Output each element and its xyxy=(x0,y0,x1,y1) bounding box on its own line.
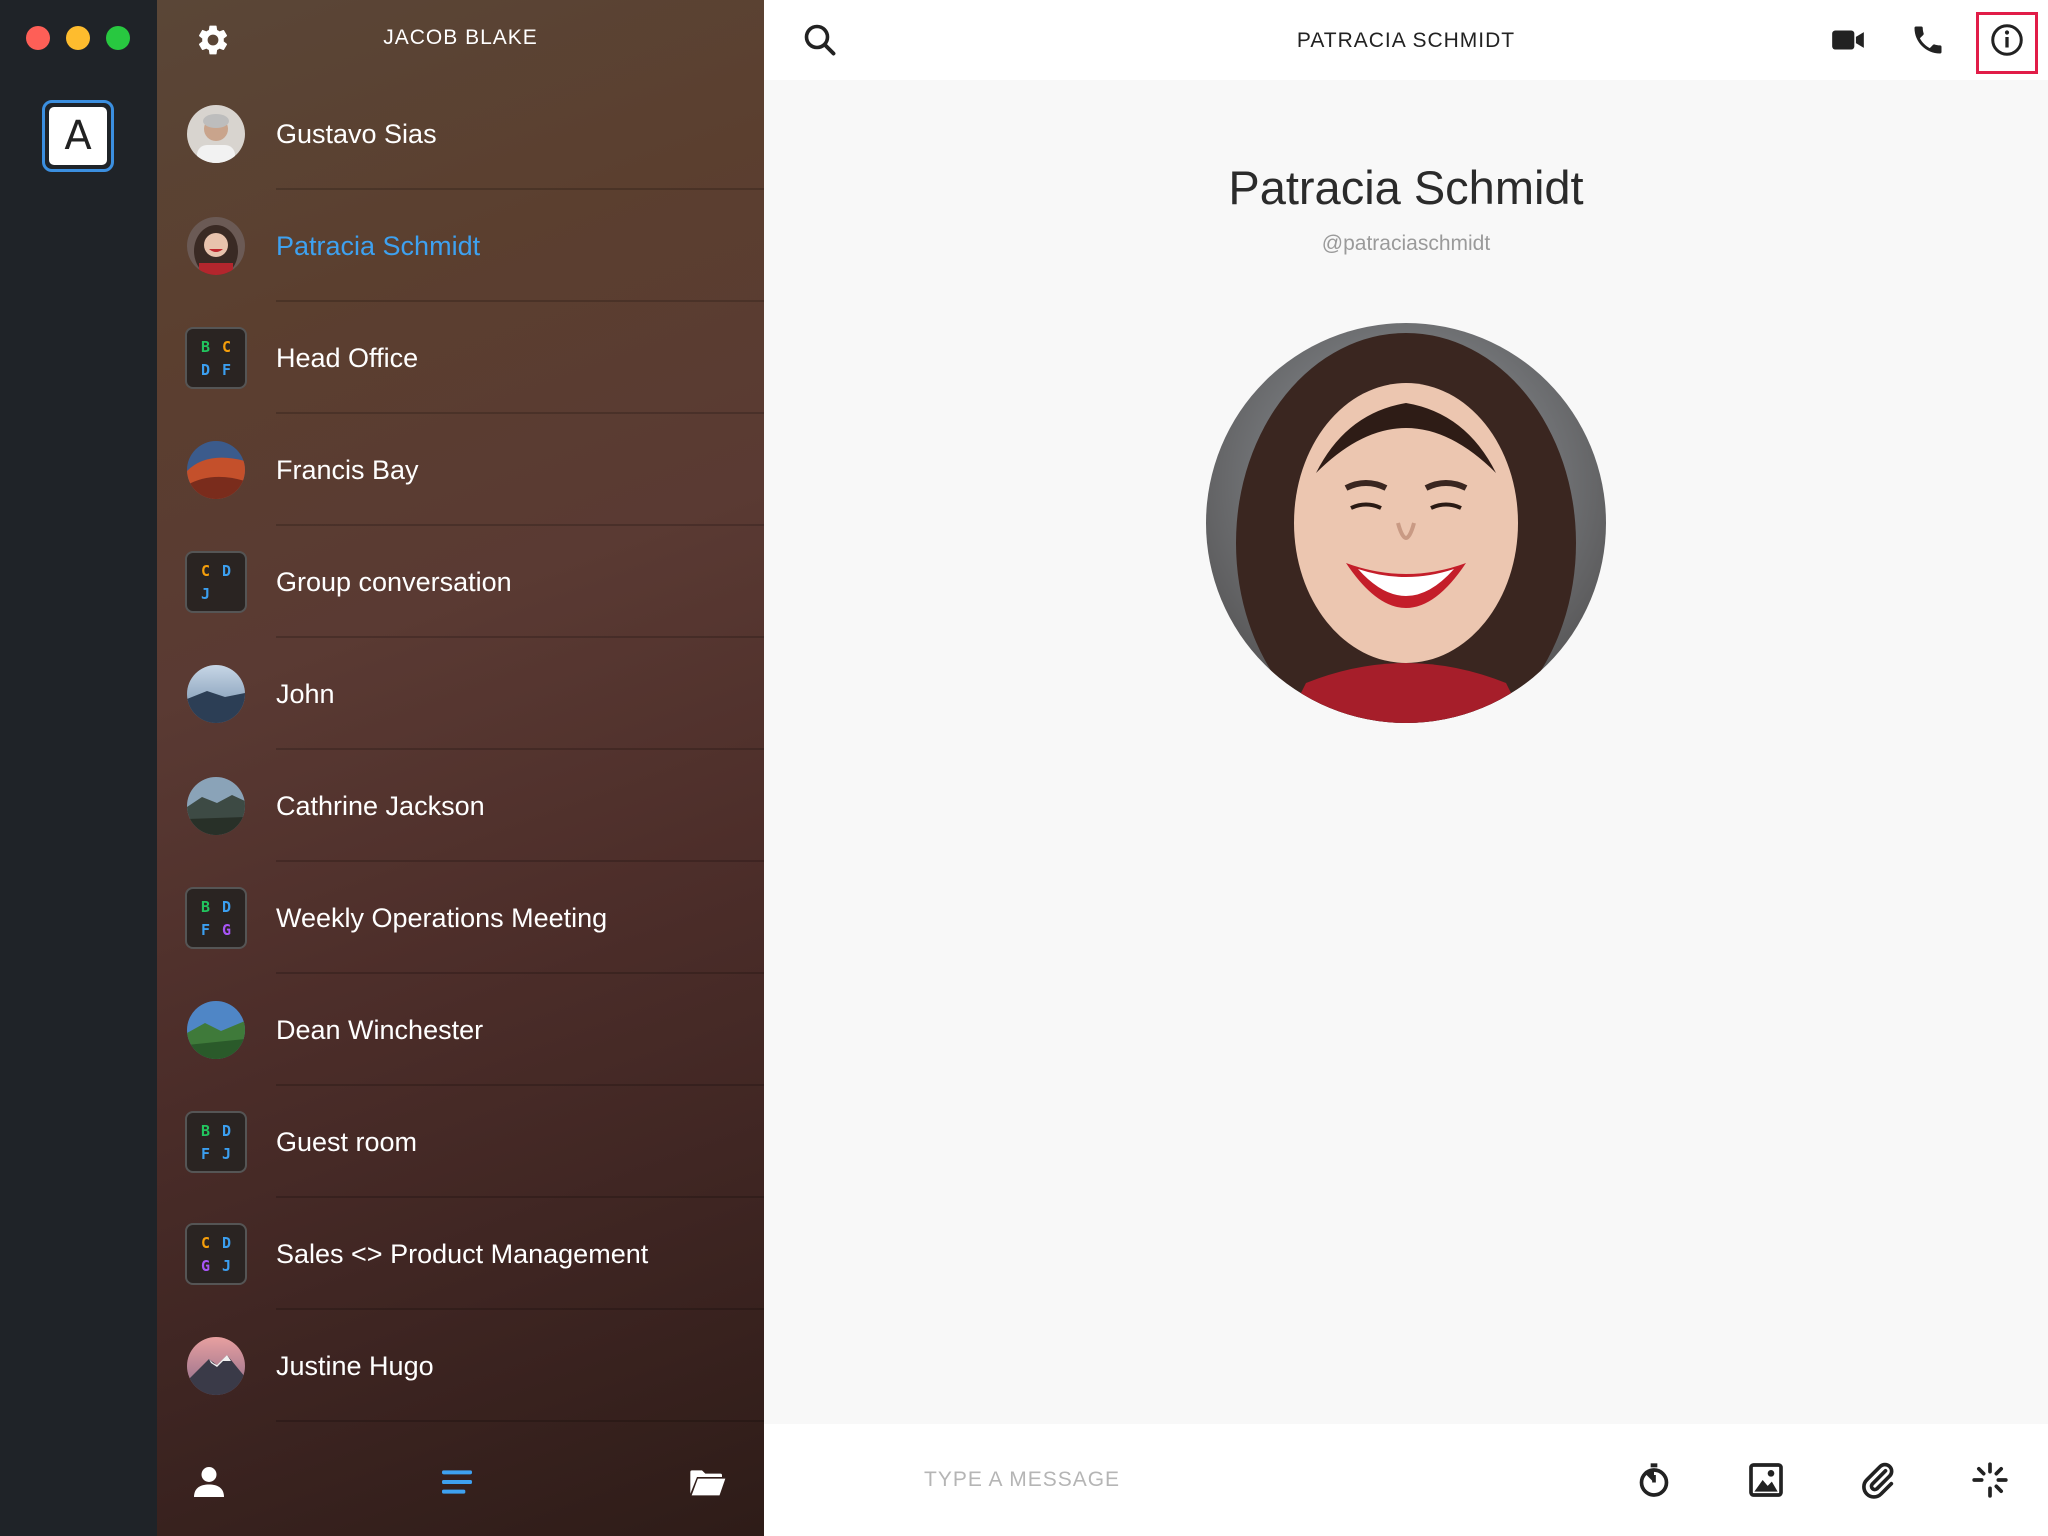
conversation-item-patracia-schmidt[interactable]: Patracia Schmidt xyxy=(157,190,764,302)
minimize-window-button[interactable] xyxy=(66,26,90,50)
conversation-item-justine-hugo[interactable]: Justine Hugo xyxy=(157,1310,764,1422)
group-avatar: B C D F xyxy=(185,327,247,389)
conversation-panel: PATRACIA SCHMIDT Patracia Schmidt @patra… xyxy=(764,0,2048,1536)
group-avatar: B D F G xyxy=(185,887,247,949)
group-member-initial: C xyxy=(221,337,232,356)
group-member-initial: D xyxy=(221,1121,232,1140)
message-input[interactable] xyxy=(924,1460,1524,1500)
workspace-button[interactable]: A xyxy=(42,100,114,172)
conversation-name: Weekly Operations Meeting xyxy=(276,902,608,933)
group-member-initial: J xyxy=(221,1256,232,1275)
conversation-sidebar: JACOB BLAKE Gustavo Sias Patracia Schmid… xyxy=(157,0,764,1536)
conversation-item-group-conversation[interactable]: C D J Group conversation xyxy=(157,526,764,638)
phone-icon xyxy=(1914,26,1942,54)
timer-icon[interactable] xyxy=(1634,1460,1674,1500)
paperclip-icon[interactable] xyxy=(1858,1460,1898,1500)
conversation-name: Head Office xyxy=(276,342,419,373)
folder-icon[interactable] xyxy=(687,1462,727,1502)
avatar xyxy=(187,1337,245,1395)
info-button[interactable] xyxy=(1987,20,2027,60)
conversation-item-gustavo-sias[interactable]: Gustavo Sias xyxy=(157,78,764,190)
group-member-initial: F xyxy=(221,360,232,379)
conversation-name: Justine Hugo xyxy=(276,1350,434,1381)
workspace-letter: A xyxy=(49,107,107,165)
group-member-initial: D xyxy=(200,360,211,379)
profile-handle: @patraciaschmidt xyxy=(1321,232,1491,255)
message-composer xyxy=(764,1424,2048,1536)
group-member-initial: B xyxy=(200,337,211,356)
group-member-initial: J xyxy=(200,584,211,603)
conversation-name: Guest room xyxy=(276,1126,418,1157)
group-avatar: C D G J xyxy=(185,1223,247,1285)
conversation-item-weekly-operations-meeting[interactable]: B D F G Weekly Operations Meeting xyxy=(157,862,764,974)
conversation-item-head-office[interactable]: B C D F Head Office xyxy=(157,302,764,414)
conversation-name: John xyxy=(276,678,335,709)
conversation-list: Gustavo Sias Patracia Schmidt B C D F He… xyxy=(157,78,764,1422)
group-member-initial: C xyxy=(200,561,211,580)
conversation-name: Sales <> Product Management xyxy=(276,1238,649,1269)
avatar xyxy=(187,1001,245,1059)
conversation-item-dean-winchester[interactable]: Dean Winchester xyxy=(157,974,764,1086)
image-icon[interactable] xyxy=(1746,1460,1786,1500)
group-avatar: B D F J xyxy=(185,1111,247,1173)
group-member-initial xyxy=(216,582,237,605)
sidebar-header: JACOB BLAKE xyxy=(157,0,764,80)
conversation-name: Gustavo Sias xyxy=(276,118,437,149)
conversation-item-cathrine-jackson[interactable]: Cathrine Jackson xyxy=(157,750,764,862)
group-member-initial: F xyxy=(200,920,211,939)
video-call-icon xyxy=(1832,30,1864,50)
group-member-initial: D xyxy=(221,897,232,916)
group-member-initial: J xyxy=(221,1144,232,1163)
group-member-initial: G xyxy=(221,920,232,939)
avatar xyxy=(187,105,245,163)
zoom-window-button[interactable] xyxy=(106,26,130,50)
sparkle-icon[interactable] xyxy=(1970,1460,2010,1500)
group-member-initial: G xyxy=(200,1256,211,1275)
phone-call-button[interactable] xyxy=(1908,20,1948,60)
person-icon[interactable] xyxy=(189,1462,229,1502)
video-call-button[interactable] xyxy=(1828,20,1868,60)
conversation-item-guest-room[interactable]: B D F J Guest room xyxy=(157,1086,764,1198)
avatar xyxy=(187,665,245,723)
group-member-initial: B xyxy=(200,1121,211,1140)
group-member-initial: F xyxy=(200,1144,211,1163)
group-member-initial: B xyxy=(200,897,211,916)
conversation-name: Francis Bay xyxy=(276,454,419,485)
avatar xyxy=(187,217,245,275)
avatar xyxy=(187,777,245,835)
profile-photo xyxy=(1206,323,1606,723)
conversation-name: Cathrine Jackson xyxy=(276,790,485,821)
conversation-name: Patracia Schmidt xyxy=(276,230,481,261)
current-user-name: JACOB BLAKE xyxy=(383,26,538,49)
profile-name: Patracia Schmidt xyxy=(1228,161,1584,214)
conversation-item-sales-product-management[interactable]: C D G J Sales <> Product Management xyxy=(157,1198,764,1310)
conversation-name: Dean Winchester xyxy=(276,1014,484,1045)
conversation-item-francis-bay[interactable]: Francis Bay xyxy=(157,414,764,526)
window-controls xyxy=(26,26,130,50)
group-member-initial: C xyxy=(200,1233,211,1252)
conversation-item-john[interactable]: John xyxy=(157,638,764,750)
divider xyxy=(276,1420,764,1422)
workspace-rail: A xyxy=(0,0,157,1536)
group-avatar: C D J xyxy=(185,551,247,613)
group-member-initial: D xyxy=(221,561,232,580)
conversation-header: PATRACIA SCHMIDT xyxy=(764,0,2048,80)
group-member-initial: D xyxy=(221,1233,232,1252)
info-icon xyxy=(1991,24,2023,56)
avatar xyxy=(187,441,245,499)
close-window-button[interactable] xyxy=(26,26,50,50)
conversation-name: Group conversation xyxy=(276,566,512,597)
sidebar-footer xyxy=(157,1426,764,1536)
conversations-icon[interactable] xyxy=(437,1462,477,1502)
